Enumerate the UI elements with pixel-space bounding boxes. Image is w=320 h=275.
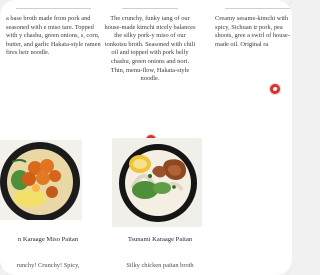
ramen-photo[interactable] (112, 138, 202, 227)
menu-column-2: The crunchy, funky tang of our house-mad… (104, 0, 196, 84)
menu-column-3: Creamy sesame-kimchi with spicy, Sichuan… (215, 0, 292, 49)
tsunami-karaage-bowl-image (112, 138, 202, 227)
karaage-miso-bowl-image (0, 140, 82, 220)
divider (16, 8, 91, 9)
menu-item-name[interactable]: n Karaage Miso Paitan (0, 236, 96, 243)
menu-item-name[interactable]: Tsunami Karaage Paitan (110, 236, 210, 243)
item-description: Creamy sesame-kimchi with spicy, Sichuan… (215, 15, 290, 48)
item-description-preview: Silky chicken paitan broth (126, 262, 194, 269)
divider (225, 8, 292, 9)
divider (122, 8, 178, 9)
menu-column-1: a base broth made from pork and seasoned… (6, 0, 101, 58)
item-description-preview: runchy! Crunchy! Spicy, (16, 262, 80, 269)
chili-spicy-icon (270, 84, 280, 94)
menu-card: a base broth made from pork and seasoned… (0, 0, 292, 275)
item-description: The crunchy, funky tang of our house-mad… (104, 15, 196, 83)
item-description: a base broth made from pork and seasoned… (6, 15, 101, 57)
ramen-photo[interactable] (0, 140, 82, 220)
